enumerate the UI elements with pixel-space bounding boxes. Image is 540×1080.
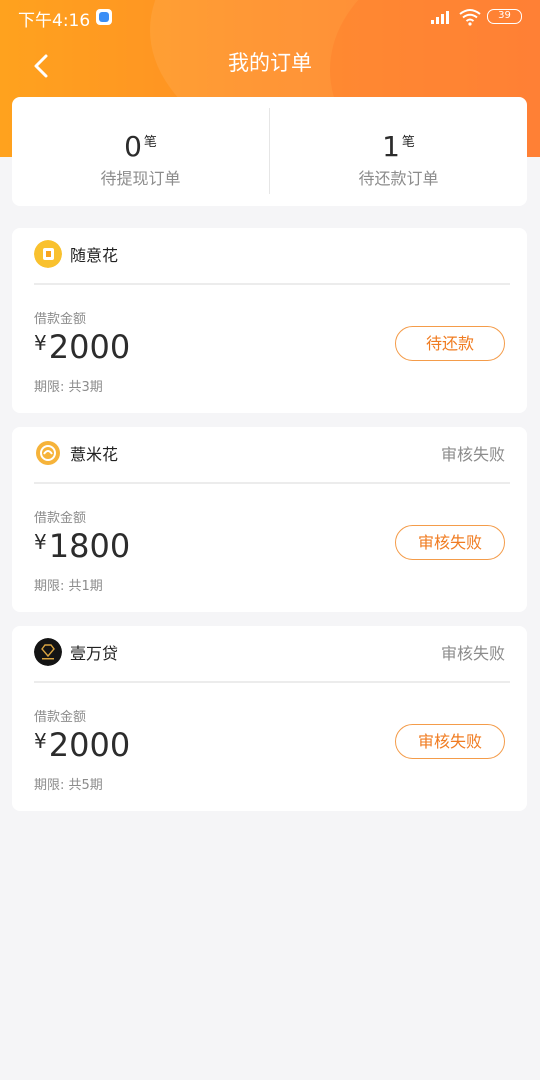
order-divider [34, 482, 510, 484]
pending-withdrawal-summary[interactable]: 0笔 待提现订单 [12, 97, 269, 206]
repay-button[interactable]: 待还款 [395, 326, 505, 361]
loan-term: 期限: 共3期 [34, 380, 103, 395]
loan-amount: ¥1800 [34, 527, 130, 565]
summary-unit: 笔 [143, 135, 157, 150]
currency-symbol: ¥ [34, 729, 47, 753]
amount-value: 2000 [48, 726, 131, 764]
wifi-icon [459, 9, 481, 26]
amount-label: 借款金额 [34, 511, 87, 526]
amount-value: 1800 [48, 527, 131, 565]
summary-count: 0 [124, 130, 142, 163]
lender-name: 壹万贷 [70, 644, 119, 663]
order-divider [34, 681, 510, 683]
order-header: 随意花 [12, 228, 527, 283]
review-failed-button[interactable]: 审核失败 [395, 724, 505, 759]
order-summary-card: 0笔 待提现订单 1笔 待还款订单 [12, 97, 527, 206]
order-card[interactable]: 壹万贷 审核失败 借款金额 ¥2000 期限: 共5期 审核失败 [12, 626, 527, 811]
status-bar: 下午4:16 39 [0, 0, 540, 34]
summary-count: 1 [382, 130, 400, 163]
amount-label: 借款金额 [34, 710, 87, 725]
summary-label: 待提现订单 [100, 169, 181, 188]
lender-name: 随意花 [70, 246, 119, 265]
order-header: 薏米花 审核失败 [12, 427, 527, 482]
summary-unit: 笔 [401, 135, 415, 150]
orders-screen: 下午4:16 39 我的订单 0笔 待提现订单 1笔 待还款订单 随意花 借款金… [0, 0, 540, 1080]
pending-repayment-summary[interactable]: 1笔 待还款订单 [270, 97, 527, 206]
loan-amount: ¥2000 [34, 726, 130, 764]
lender-logo-icon [34, 638, 62, 666]
notification-app-icon [96, 9, 112, 25]
loan-amount: ¥2000 [34, 328, 130, 366]
loan-term: 期限: 共1期 [34, 579, 103, 594]
order-status-text: 审核失败 [440, 644, 505, 663]
order-card[interactable]: 薏米花 审核失败 借款金额 ¥1800 期限: 共1期 审核失败 [12, 427, 527, 612]
lender-logo-icon [34, 240, 62, 268]
amount-label: 借款金额 [34, 312, 87, 327]
currency-symbol: ¥ [34, 331, 47, 355]
review-failed-button[interactable]: 审核失败 [395, 525, 505, 560]
loan-term: 期限: 共5期 [34, 778, 103, 793]
order-divider [34, 283, 510, 285]
amount-value: 2000 [48, 328, 131, 366]
order-status-text: 审核失败 [440, 445, 505, 464]
battery-icon: 39 [487, 9, 522, 24]
lender-name: 薏米花 [70, 445, 119, 464]
page-title: 我的订单 [228, 51, 312, 75]
signal-icon [431, 10, 453, 24]
order-header: 壹万贷 审核失败 [12, 626, 527, 681]
summary-label: 待还款订单 [358, 169, 439, 188]
currency-symbol: ¥ [34, 530, 47, 554]
status-time: 下午4:16 [18, 11, 91, 31]
lender-logo-icon [36, 441, 60, 465]
order-card[interactable]: 随意花 借款金额 ¥2000 期限: 共3期 待还款 [12, 228, 527, 413]
